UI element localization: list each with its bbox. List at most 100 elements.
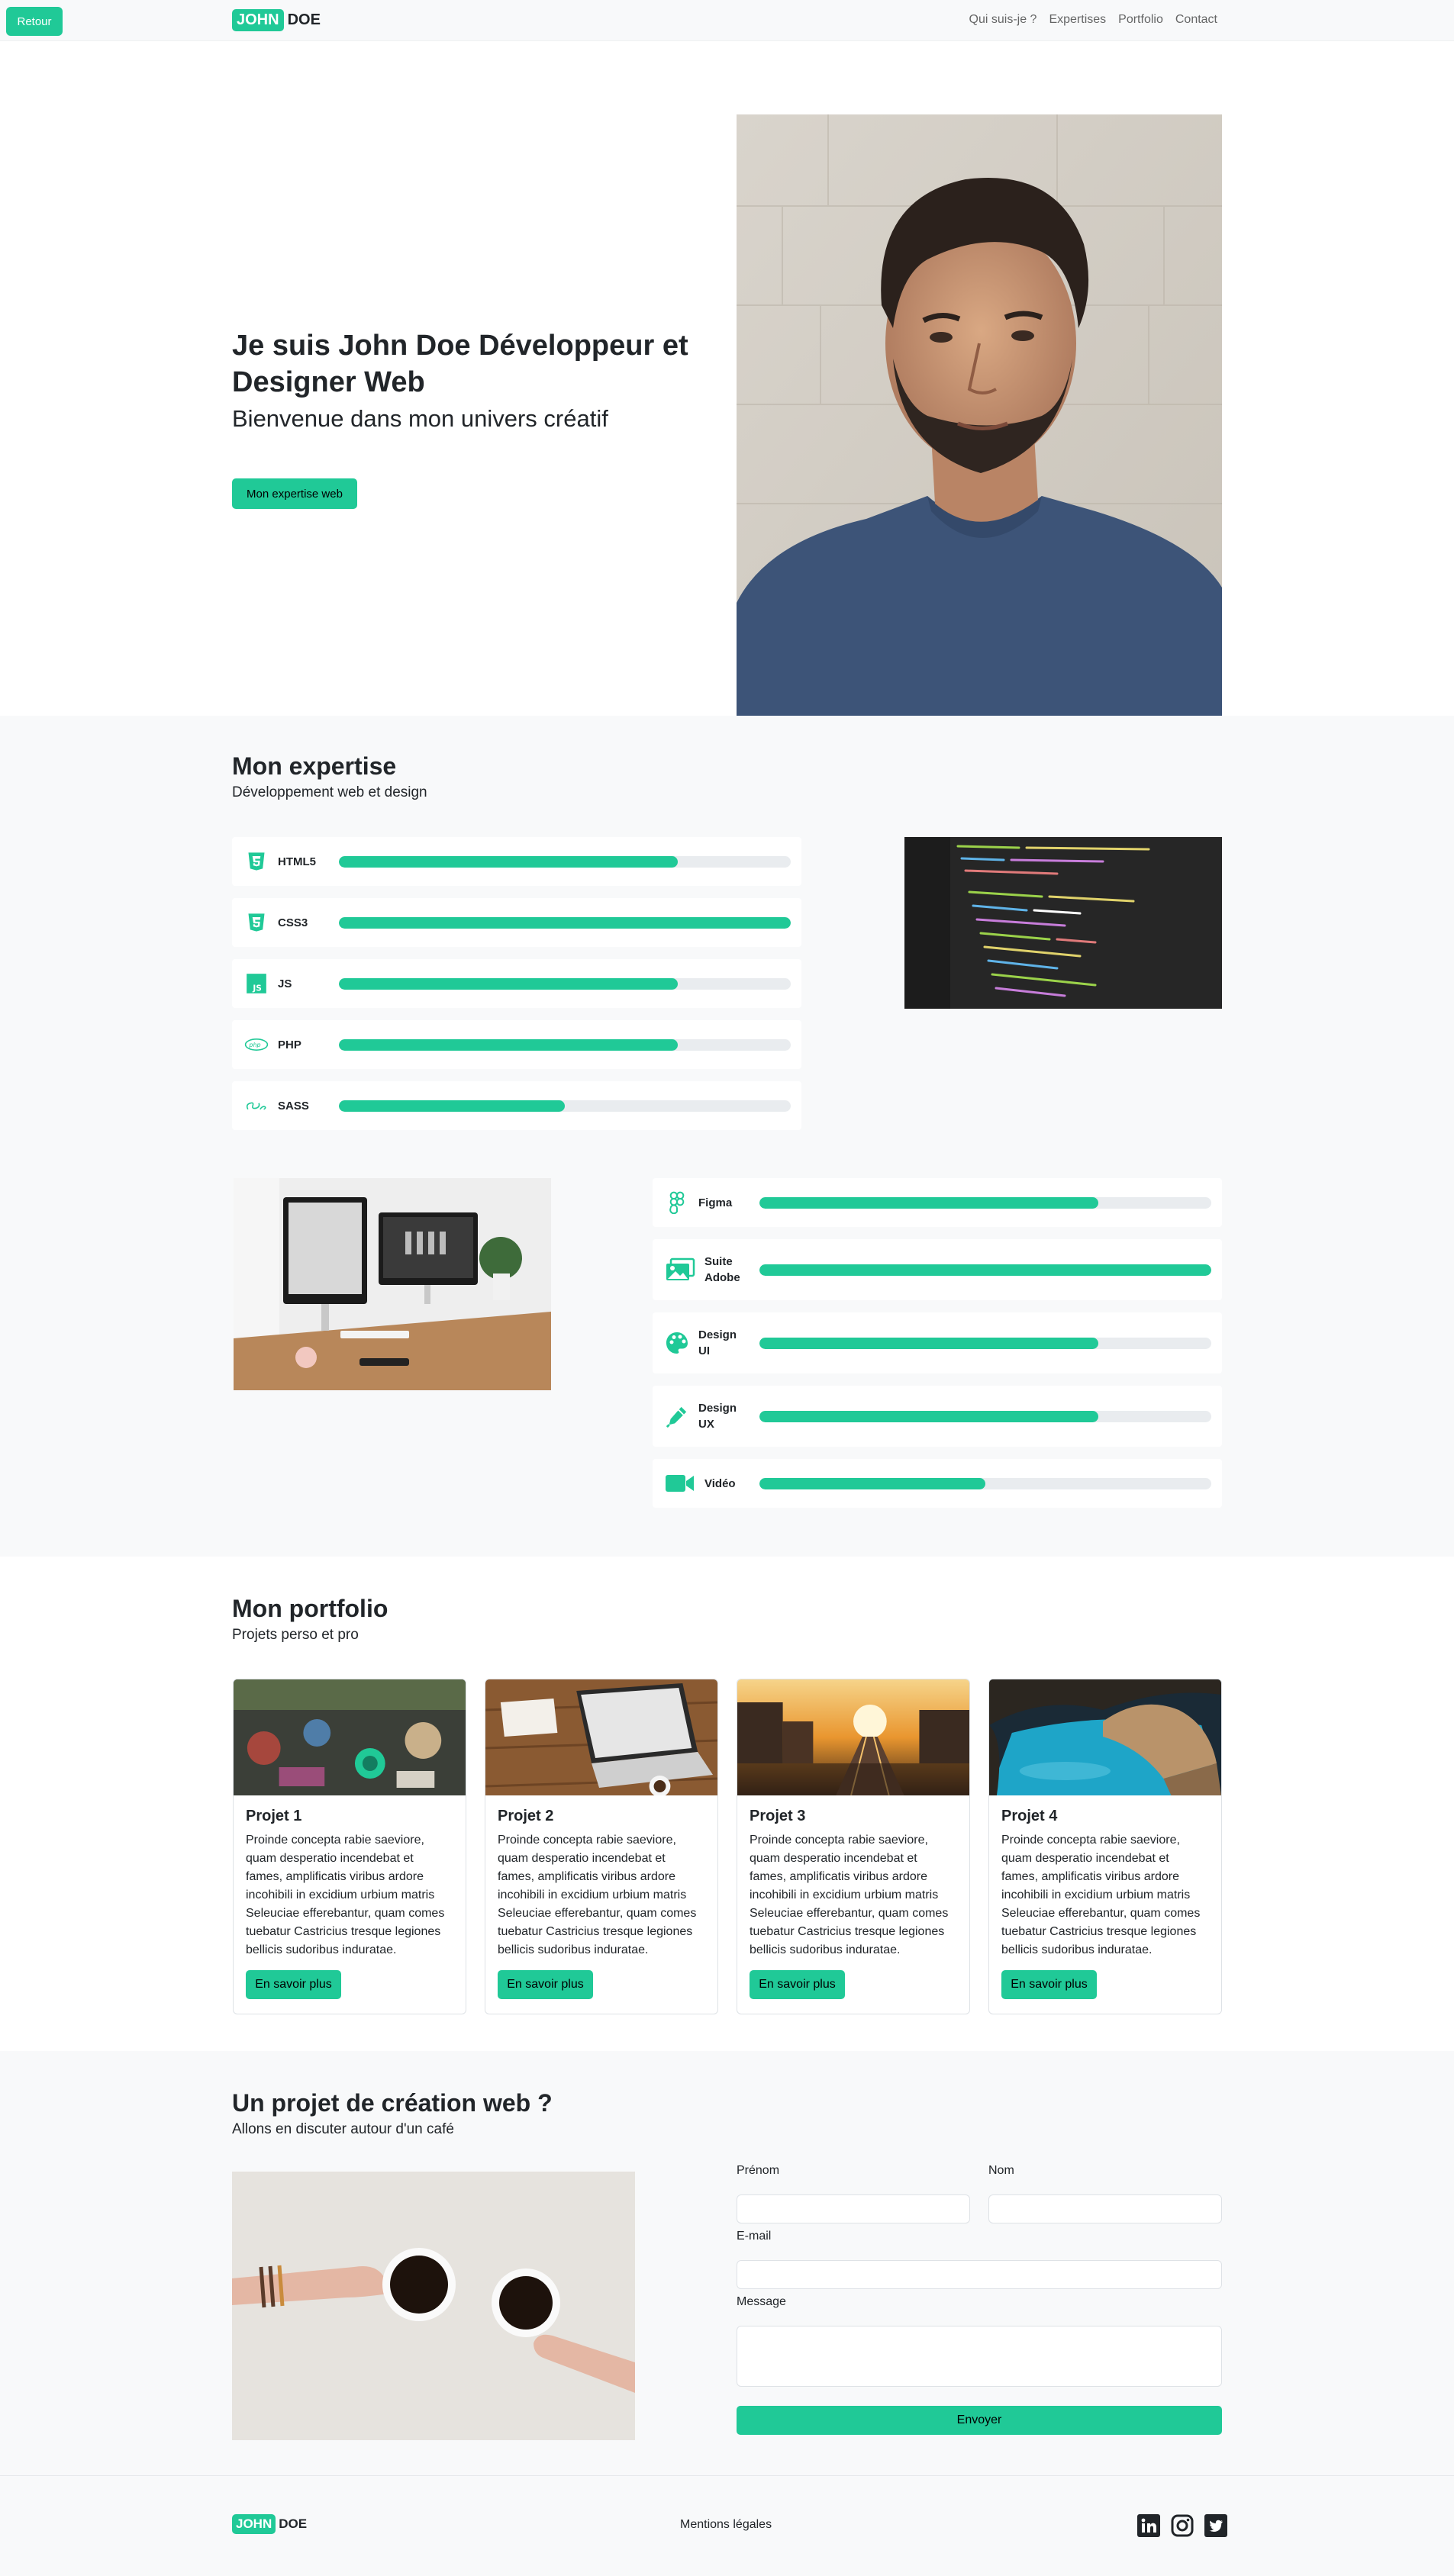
project-description: Proinde concepta rabie saeviore, quam de… bbox=[1001, 1834, 1201, 1956]
skill-bar-design-ui bbox=[759, 1337, 1211, 1349]
hero-section: Je suis John Doe Développeur et Designer… bbox=[0, 41, 1454, 720]
svg-text:php: php bbox=[248, 1042, 260, 1048]
footer-brand-logo[interactable]: JOHN DOE bbox=[232, 2514, 307, 2534]
skill-bar-js bbox=[339, 977, 791, 990]
video-camera-icon bbox=[665, 1471, 695, 1496]
skill-bar-fill bbox=[339, 977, 678, 990]
contact-title: Un projet de création web ? bbox=[232, 2089, 553, 2117]
skill-name: Design UX bbox=[698, 1402, 737, 1431]
skill-bar-figma bbox=[759, 1196, 1211, 1209]
hero-subtitle: Bienvenue dans mon univers créatif bbox=[232, 405, 608, 432]
skill-bar-fill bbox=[339, 1038, 678, 1051]
skill-name: SASS bbox=[278, 1099, 309, 1113]
project-image bbox=[989, 1679, 1221, 1795]
figma-icon bbox=[665, 1190, 689, 1215]
project-image bbox=[485, 1679, 717, 1795]
back-button[interactable]: Retour bbox=[6, 7, 63, 36]
navbar: Retour JOHN DOE Qui suis-je ? Expertises… bbox=[0, 0, 1454, 41]
footer-brand-rest: DOE bbox=[279, 2516, 308, 2531]
hero-title: Je suis John Doe Développeur et Designer… bbox=[232, 330, 688, 398]
js-icon: JS bbox=[244, 971, 269, 996]
skill-name: Design UI bbox=[698, 1328, 737, 1357]
skill-bar-fill bbox=[759, 1337, 1098, 1349]
email-label: E-mail bbox=[737, 2230, 772, 2243]
project-description: Proinde concepta rabie saeviore, quam de… bbox=[750, 1834, 949, 1956]
nav-link-contact[interactable]: Contact bbox=[1175, 13, 1217, 27]
project-title: Projet 1 bbox=[246, 1808, 302, 1824]
portfolio-subtitle: Projets perso et pro bbox=[232, 1627, 359, 1643]
learn-more-button[interactable]: En savoir plus bbox=[498, 1970, 593, 1999]
skill-bar-fill bbox=[339, 916, 791, 929]
skill-bar-fill bbox=[759, 1410, 1098, 1422]
pen-icon bbox=[665, 1404, 689, 1428]
portfolio-section: Mon portfolio Projets perso et pro Proje… bbox=[0, 1557, 1454, 2051]
footer-brand-box: JOHN bbox=[232, 2514, 276, 2534]
coffee-cups-image bbox=[232, 2172, 635, 2440]
message-textarea[interactable] bbox=[737, 2326, 1222, 2387]
skill-card-video: Vidéo bbox=[653, 1459, 1222, 1508]
learn-more-button[interactable]: En savoir plus bbox=[750, 1970, 845, 1999]
skill-card-design-ux: Design UX bbox=[653, 1386, 1222, 1447]
skill-name: HTML5 bbox=[278, 855, 316, 868]
nav-link-expertises[interactable]: Expertises bbox=[1049, 13, 1106, 27]
skill-card-js: JS JS bbox=[232, 959, 801, 1008]
desk-workspace-image bbox=[234, 1178, 551, 1390]
instagram-icon[interactable] bbox=[1171, 2514, 1194, 2537]
skill-card-html5: HTML5 bbox=[232, 837, 801, 886]
brand-logo[interactable]: JOHN DOE bbox=[232, 9, 321, 31]
skill-bar-php bbox=[339, 1038, 791, 1051]
email-input[interactable] bbox=[737, 2260, 1222, 2289]
nav-link-about[interactable]: Qui suis-je ? bbox=[969, 13, 1037, 27]
firstname-input[interactable] bbox=[737, 2194, 970, 2223]
expertise-button[interactable]: Mon expertise web bbox=[232, 478, 357, 509]
brand-rest: DOE bbox=[287, 11, 321, 28]
project-title: Projet 3 bbox=[750, 1808, 806, 1824]
linkedin-icon[interactable] bbox=[1137, 2514, 1160, 2537]
images-icon bbox=[665, 1257, 695, 1282]
project-card: Projet 4 Proinde concepta rabie saeviore… bbox=[988, 1679, 1222, 2014]
message-label: Message bbox=[737, 2295, 786, 2308]
expertise-section: Mon expertise Développement web et desig… bbox=[0, 716, 1454, 1557]
send-button[interactable]: Envoyer bbox=[737, 2406, 1222, 2435]
learn-more-button[interactable]: En savoir plus bbox=[1001, 1970, 1097, 1999]
social-links bbox=[1137, 2514, 1227, 2537]
project-title: Projet 4 bbox=[1001, 1808, 1058, 1824]
portfolio-title: Mon portfolio bbox=[232, 1595, 388, 1622]
skill-bar-fill bbox=[339, 1100, 565, 1112]
skill-name: Suite Adobe bbox=[704, 1255, 740, 1284]
skill-card-php: php PHP bbox=[232, 1020, 801, 1069]
palette-icon bbox=[665, 1331, 689, 1355]
footer: JOHN DOE Mentions légales bbox=[0, 2475, 1454, 2576]
contact-subtitle: Allons en discuter autour d'un café bbox=[232, 2121, 454, 2137]
skill-bar-fill bbox=[759, 1196, 1098, 1209]
expertise-subtitle: Développement web et design bbox=[232, 784, 427, 800]
skill-card-sass: SASS bbox=[232, 1081, 801, 1130]
nav-links: Qui suis-je ? Expertises Portfolio Conta… bbox=[969, 13, 1217, 27]
project-card: Projet 1 Proinde concepta rabie saeviore… bbox=[233, 1679, 466, 2014]
skill-bar-sass bbox=[339, 1100, 791, 1112]
skill-card-css3: CSS3 bbox=[232, 898, 801, 947]
project-image bbox=[234, 1679, 466, 1795]
project-description: Proinde concepta rabie saeviore, quam de… bbox=[246, 1834, 445, 1956]
learn-more-button[interactable]: En savoir plus bbox=[246, 1970, 341, 1999]
lastname-input[interactable] bbox=[988, 2194, 1222, 2223]
project-card: Projet 3 Proinde concepta rabie saeviore… bbox=[737, 1679, 970, 2014]
skill-bar-fill bbox=[339, 855, 678, 868]
skill-bar-fill bbox=[759, 1264, 1211, 1276]
css3-icon bbox=[244, 910, 269, 935]
contact-section: Un projet de création web ? Allons en di… bbox=[0, 2051, 1454, 2475]
php-icon: php bbox=[244, 1032, 269, 1057]
html5-icon bbox=[244, 849, 269, 874]
project-card: Projet 2 Proinde concepta rabie saeviore… bbox=[485, 1679, 718, 2014]
skill-bar-fill bbox=[759, 1477, 985, 1489]
nav-link-portfolio[interactable]: Portfolio bbox=[1118, 13, 1163, 27]
skill-name: CSS3 bbox=[278, 916, 308, 929]
skill-name: JS bbox=[278, 977, 292, 990]
skill-name: Figma bbox=[698, 1196, 733, 1209]
project-description: Proinde concepta rabie saeviore, quam de… bbox=[498, 1834, 697, 1956]
svg-text:JS: JS bbox=[252, 984, 261, 993]
twitter-icon[interactable] bbox=[1204, 2514, 1227, 2537]
skill-bar-css3 bbox=[339, 916, 791, 929]
legal-notice-link[interactable]: Mentions légales bbox=[680, 2518, 772, 2532]
project-title: Projet 2 bbox=[498, 1808, 554, 1824]
